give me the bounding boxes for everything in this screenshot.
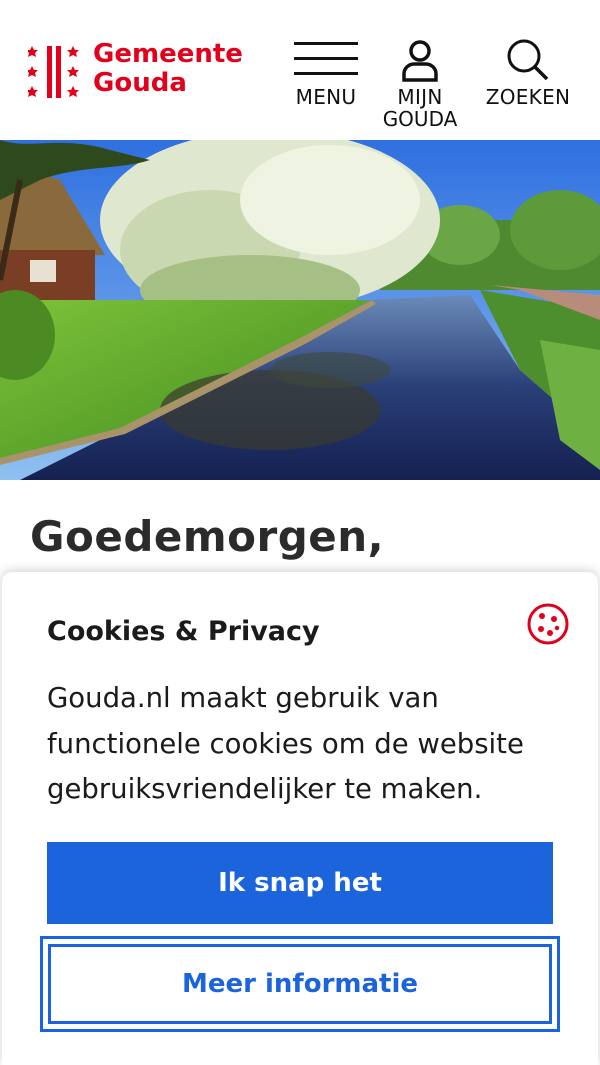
greeting-heading: Goedemorgen, [30,512,385,561]
site-logo[interactable]: Gemeente Gouda [28,40,258,102]
logo-line1: Gemeente [93,39,243,69]
menu-label: MENU [295,85,357,109]
mijn-gouda-label-line2: GOUDA [382,107,458,131]
site-header: Gemeente Gouda MENU MIJN GOUDA ZOEKEN [0,0,600,140]
menu-button[interactable]: MENU [292,38,360,108]
canal-landscape-photo [0,140,600,480]
logo-line2: Gouda [93,68,187,98]
logo-text: Gemeente Gouda [93,40,243,98]
cookie-dialog-title: Cookies & Privacy [47,616,320,647]
mijn-gouda-label-line1: MIJN [397,85,443,109]
hamburger-icon [294,42,358,75]
hero-image [0,140,600,480]
search-icon [507,39,549,81]
user-icon [402,40,438,82]
more-info-button[interactable]: Meer informatie [40,936,560,1032]
search-button[interactable]: ZOEKEN [482,38,574,108]
cookie-dialog-body: Gouda.nl maakt gebruik van functionele c… [47,682,524,805]
more-info-button-label: Meer informatie [48,944,552,1024]
gouda-logo-mark-icon [28,46,79,98]
cookie-dialog: Cookies & Privacy Gouda.nl maakt gebruik… [2,572,598,1065]
mijn-gouda-button[interactable]: MIJN GOUDA [378,38,462,130]
cookie-icon [527,603,569,645]
accept-cookies-button[interactable]: Ik snap het [47,842,553,924]
search-label: ZOEKEN [485,85,571,109]
